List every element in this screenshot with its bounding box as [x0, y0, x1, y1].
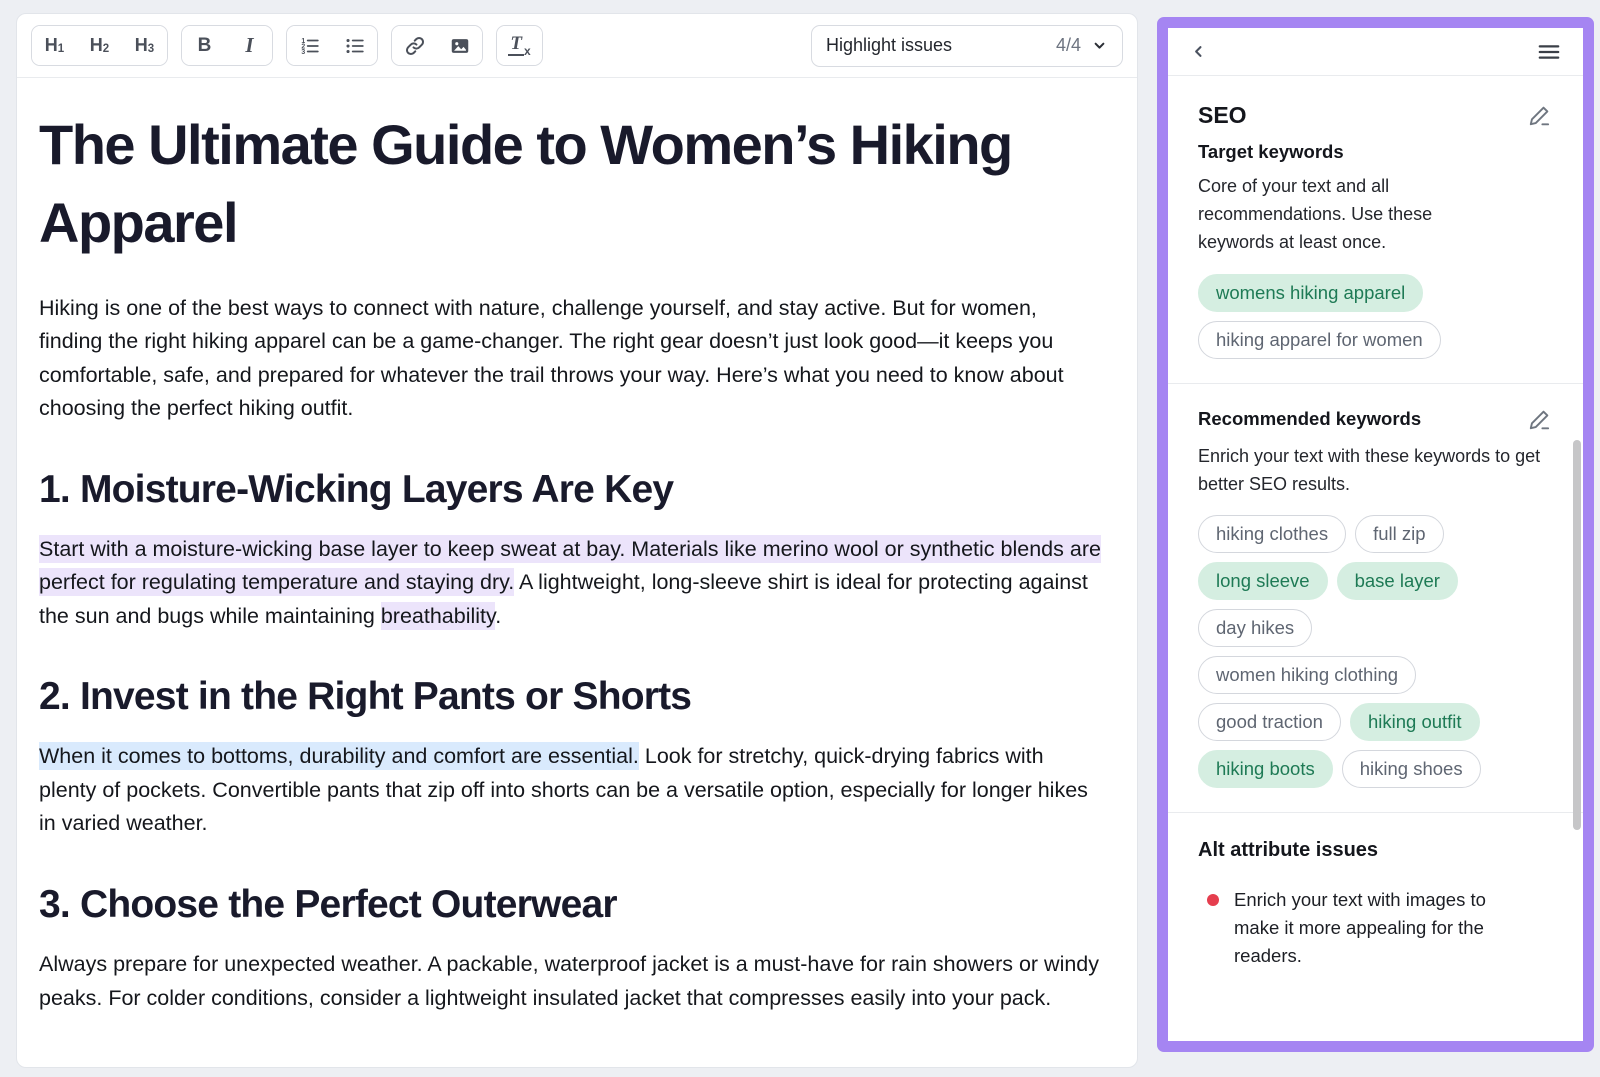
section-divider: [1168, 812, 1583, 813]
recommended-header-row: Recommended keywords: [1198, 406, 1553, 433]
hamburger-icon: [1536, 39, 1562, 65]
recommended-keywords-list: hiking clothesfull zip long sleevebase la…: [1198, 515, 1553, 788]
chevron-down-icon: [1091, 37, 1108, 54]
ordered-list-button[interactable]: 123: [287, 26, 332, 65]
h2-label-sub: 2: [103, 43, 109, 55]
editor-toolbar: H1 H2 H3 B I: [17, 14, 1137, 77]
section-divider: [1168, 383, 1583, 384]
keyword-pill[interactable]: base layer: [1337, 562, 1458, 600]
h1-label-sub: 1: [58, 43, 64, 55]
keyword-pill[interactable]: womens hiking apparel: [1198, 274, 1423, 312]
recommended-keywords-description: Enrich your text with these keywords to …: [1198, 443, 1553, 499]
panel-scrollbar-thumb[interactable]: [1573, 440, 1581, 830]
highlight-issues-count: 4/4: [1056, 35, 1081, 56]
bold-button[interactable]: B: [182, 26, 227, 65]
keyword-pill-row: day hikes: [1198, 609, 1553, 647]
format-buttons-group: B I: [181, 25, 273, 66]
keyword-pill[interactable]: hiking clothes: [1198, 515, 1346, 553]
text-segment: Always prepare for unexpected weather. A…: [39, 952, 1099, 1010]
intro-paragraph[interactable]: Hiking is one of the best ways to connec…: [39, 292, 1101, 426]
section-paragraph-1[interactable]: Start with a moisture-wicking base layer…: [39, 533, 1101, 634]
alt-issue-text: Enrich your text with images to make it …: [1234, 886, 1536, 969]
highlight-issues-dropdown[interactable]: Highlight issues 4/4: [811, 25, 1123, 67]
seo-section-title: SEO: [1198, 102, 1247, 129]
clear-format-group: Tx: [496, 25, 543, 66]
ordered-list-icon: 123: [299, 35, 321, 57]
h2-label: H: [90, 35, 103, 56]
editor-card: H1 H2 H3 B I: [16, 13, 1138, 1068]
keyword-pill[interactable]: hiking outfit: [1350, 703, 1480, 741]
link-icon: [404, 35, 426, 57]
keyword-pill[interactable]: day hikes: [1198, 609, 1312, 647]
back-button[interactable]: [1187, 40, 1210, 63]
section-heading-2[interactable]: 2. Invest in the Right Pants or Shorts: [39, 675, 1115, 719]
text-segment: Hiking is one of the best ways to connec…: [39, 296, 1064, 421]
keyword-pill[interactable]: women hiking clothing: [1198, 656, 1416, 694]
section-heading-1[interactable]: 1. Moisture-Wicking Layers Are Key: [39, 468, 1115, 512]
clear-formatting-icon: Tx: [508, 34, 530, 58]
italic-button[interactable]: I: [227, 26, 272, 65]
section-paragraph-3[interactable]: Always prepare for unexpected weather. A…: [39, 948, 1101, 1015]
seo-assistant-panel: SEO Target keywords Core of your text an…: [1157, 17, 1594, 1052]
alt-attribute-issues-title: Alt attribute issues: [1198, 839, 1553, 862]
highlighted-text: When it comes to bottoms, durability and…: [39, 742, 639, 770]
h3-label: H: [135, 35, 148, 56]
image-icon: [449, 35, 471, 57]
keyword-pill[interactable]: hiking apparel for women: [1198, 321, 1441, 359]
h3-button[interactable]: H3: [122, 26, 167, 65]
section-heading-3[interactable]: 3. Choose the Perfect Outerwear: [39, 883, 1115, 927]
keyword-pill-row: hiking apparel for women: [1198, 321, 1553, 359]
h1-button[interactable]: H1: [32, 26, 77, 65]
alt-issue-item: Enrich your text with images to make it …: [1198, 886, 1553, 969]
keyword-pill[interactable]: hiking boots: [1198, 750, 1333, 788]
pencil-icon: [1528, 104, 1551, 127]
insert-buttons-group: [391, 25, 483, 66]
keyword-pill[interactable]: good traction: [1198, 703, 1341, 741]
h3-label-sub: 3: [148, 43, 154, 55]
keyword-pill-row: womens hiking apparel: [1198, 274, 1553, 312]
keyword-pill-row: hiking clothesfull zip: [1198, 515, 1553, 553]
bullet-list-icon: [344, 35, 366, 57]
clear-formatting-button[interactable]: Tx: [497, 26, 542, 65]
document-title[interactable]: The Ultimate Guide to Women’s Hiking App…: [39, 106, 1039, 262]
bullet-list-button[interactable]: [332, 26, 377, 65]
h2-button[interactable]: H2: [77, 26, 122, 65]
keyword-pill-row: long sleevebase layer: [1198, 562, 1553, 600]
panel-topbar: [1168, 28, 1583, 76]
edit-recommended-keywords-button[interactable]: [1526, 406, 1553, 433]
text-segment: .: [495, 604, 501, 628]
chevron-left-icon: [1189, 42, 1208, 61]
highlighted-text: breathability: [381, 602, 495, 630]
image-button[interactable]: [437, 26, 482, 65]
keyword-pill[interactable]: hiking shoes: [1342, 750, 1481, 788]
menu-button[interactable]: [1534, 37, 1564, 67]
target-keywords-list: womens hiking apparel hiking apparel for …: [1198, 274, 1553, 359]
document-editor[interactable]: The Ultimate Guide to Women’s Hiking App…: [17, 78, 1137, 1015]
issue-dot-icon: [1207, 894, 1219, 906]
highlight-issues-label: Highlight issues: [826, 35, 1046, 56]
keyword-pill[interactable]: full zip: [1355, 515, 1443, 553]
pencil-icon: [1528, 408, 1551, 431]
seo-header-row: SEO: [1198, 102, 1553, 129]
panel-body: SEO Target keywords Core of your text an…: [1168, 76, 1583, 1041]
italic-icon: I: [245, 33, 253, 58]
list-buttons-group: 123: [286, 25, 378, 66]
h1-label: H: [45, 35, 58, 56]
keyword-pill-row: good tractionhiking outfit: [1198, 703, 1553, 741]
keyword-pill-row: hiking bootshiking shoes: [1198, 750, 1553, 788]
svg-text:3: 3: [301, 48, 305, 55]
bold-icon: B: [198, 35, 212, 57]
section-paragraph-2[interactable]: When it comes to bottoms, durability and…: [39, 740, 1101, 841]
link-button[interactable]: [392, 26, 437, 65]
recommended-keywords-title: Recommended keywords: [1198, 408, 1421, 430]
edit-target-keywords-button[interactable]: [1526, 102, 1553, 129]
target-keywords-title: Target keywords: [1198, 141, 1553, 163]
target-keywords-description: Core of your text and all recommendation…: [1198, 173, 1478, 257]
heading-buttons-group: H1 H2 H3: [31, 25, 168, 66]
keyword-pill[interactable]: long sleeve: [1198, 562, 1328, 600]
keyword-pill-row: women hiking clothing: [1198, 656, 1553, 694]
seo-panel-inner: SEO Target keywords Core of your text an…: [1168, 28, 1583, 1041]
